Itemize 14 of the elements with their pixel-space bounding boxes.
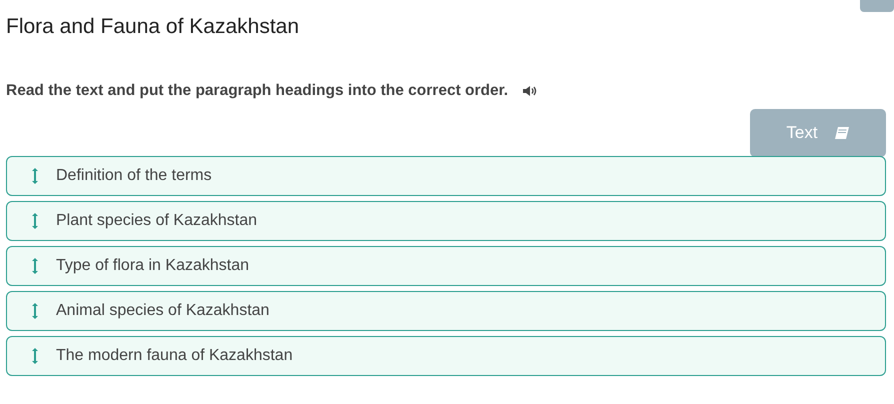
heading-item[interactable]: Plant species of Kazakhstan xyxy=(6,201,886,241)
reorder-icon[interactable] xyxy=(31,212,39,230)
heading-item[interactable]: Type of flora in Kazakhstan xyxy=(6,246,886,286)
reorder-icon[interactable] xyxy=(31,167,39,185)
reorder-icon[interactable] xyxy=(31,302,39,320)
speaker-icon[interactable] xyxy=(522,84,538,97)
instruction-text: Read the text and put the paragraph headings into the correct order. xyxy=(6,81,508,101)
page-title: Flora and Fauna of Kazakhstan xyxy=(6,14,300,40)
heading-item[interactable]: Definition of the terms xyxy=(6,156,886,196)
book-icon xyxy=(834,126,850,140)
reorder-icon[interactable] xyxy=(31,257,39,275)
reorder-icon[interactable] xyxy=(31,347,39,365)
heading-item[interactable]: The modern fauna of Kazakhstan xyxy=(6,336,886,376)
heading-item[interactable]: Animal species of Kazakhstan xyxy=(6,291,886,331)
